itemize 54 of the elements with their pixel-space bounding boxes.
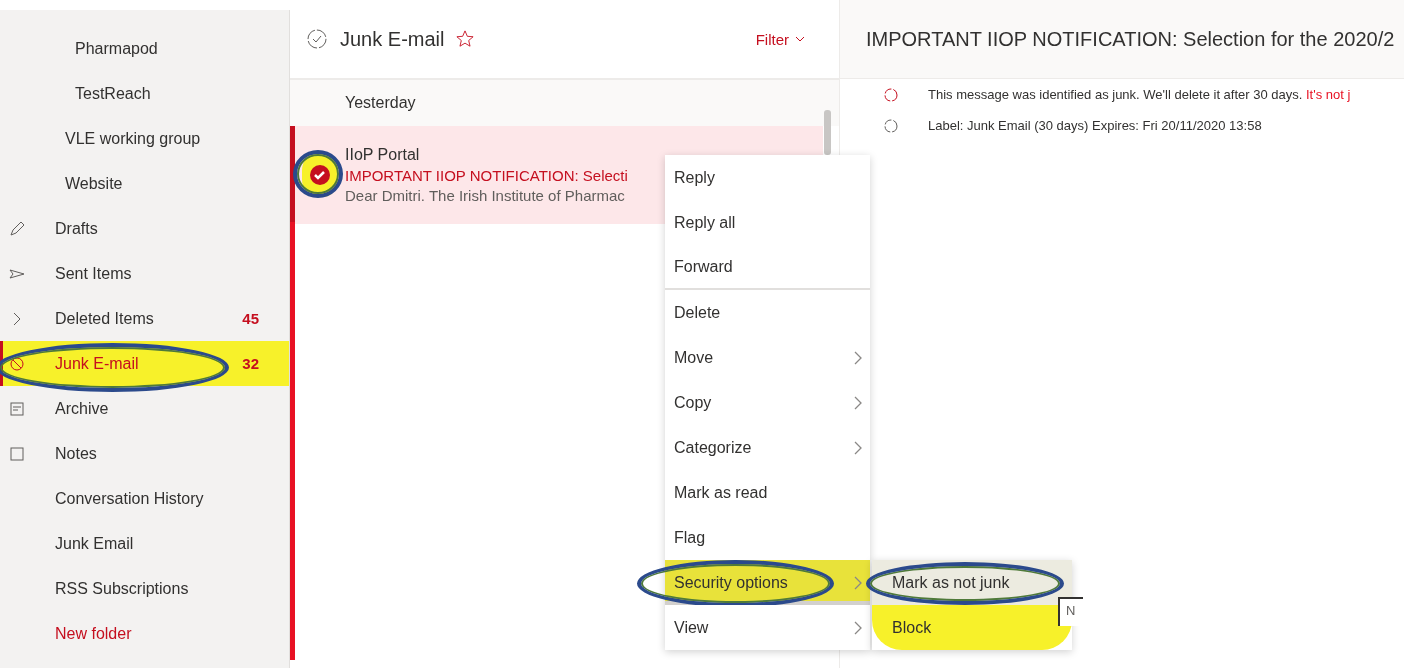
menu-item[interactable]: View: [665, 605, 870, 650]
chevron-right-icon: [854, 620, 862, 635]
menu-item[interactable]: Delete: [665, 290, 870, 335]
menu-item[interactable]: Mark as read: [665, 470, 870, 515]
message-preview: Dear Dmitri. The Irish Institute of Pharmac: [345, 187, 626, 204]
note-icon: [9, 446, 25, 462]
unread-count: 32: [242, 355, 259, 372]
scrollbar-thumb[interactable]: [824, 110, 831, 155]
menu-item[interactable]: Reply: [665, 155, 870, 200]
chevron-right-icon: [854, 575, 862, 590]
folder-item[interactable]: Deleted Items 45: [0, 296, 289, 341]
unread-count: 45: [242, 310, 259, 327]
checkbox-icon[interactable]: [309, 164, 331, 186]
date-group-header: Yesterday: [290, 80, 839, 126]
menu-item[interactable]: Categorize: [665, 425, 870, 470]
message-subject: IMPORTANT IIOP NOTIFICATION: Selecti: [345, 167, 628, 184]
folder-item[interactable]: Drafts: [0, 206, 289, 251]
archive-icon: [9, 401, 25, 417]
folder-item[interactable]: RSS Subscriptions: [0, 566, 289, 611]
menu-item[interactable]: Flag: [665, 515, 870, 560]
message-title: IMPORTANT IIOP NOTIFICATION: Selection for the 2020/2: [840, 0, 1404, 79]
folder-item[interactable]: VLE working group: [0, 116, 289, 161]
star-icon[interactable]: [456, 30, 475, 48]
block-icon: [9, 356, 25, 372]
menu-item[interactable]: Copy: [665, 380, 870, 425]
menu-item[interactable]: Reply all: [665, 200, 870, 245]
chevron-right-icon: [854, 350, 862, 365]
folder-item[interactable]: Archive: [0, 386, 289, 431]
chevron-right-icon: [854, 440, 862, 455]
folder-item[interactable]: Website: [0, 161, 289, 206]
not-junk-link[interactable]: It's not j: [1306, 87, 1351, 102]
filter-button[interactable]: Filter: [749, 29, 811, 49]
folder-item[interactable]: Notes: [0, 431, 289, 476]
check-circle-icon[interactable]: [306, 28, 328, 50]
folder-item[interactable]: Junk E-mail 32: [0, 341, 289, 386]
menu-item[interactable]: Move: [665, 335, 870, 380]
folder-item[interactable]: Conversation History: [0, 476, 289, 521]
send-icon: [9, 266, 25, 282]
annotation-ellipse: [293, 150, 343, 198]
folder-item[interactable]: New folder: [0, 611, 289, 656]
folder-item[interactable]: Sent Items: [0, 251, 289, 296]
circle-icon: [884, 87, 898, 102]
folder-item[interactable]: Junk Email: [0, 521, 289, 566]
chevron-down-icon: [795, 36, 805, 42]
menu-item[interactable]: Forward: [665, 245, 870, 290]
pencil-icon: [9, 221, 25, 237]
folder-item[interactable]: Pharmapod: [0, 26, 289, 71]
tooltip: N: [1058, 597, 1084, 626]
chevron-right-icon: [854, 395, 862, 410]
folder-title: Junk E-mail: [340, 27, 445, 51]
folder-item[interactable]: TestReach: [0, 71, 289, 116]
notice-text: This message was identified as junk. We'll delete it after 30 days. It's not j: [928, 87, 1351, 102]
message-sender: IIoP Portal: [345, 146, 421, 164]
notice-text: Label: Junk Email (30 days) Expires: Fri 20/11/2020 13:58: [928, 118, 1262, 133]
